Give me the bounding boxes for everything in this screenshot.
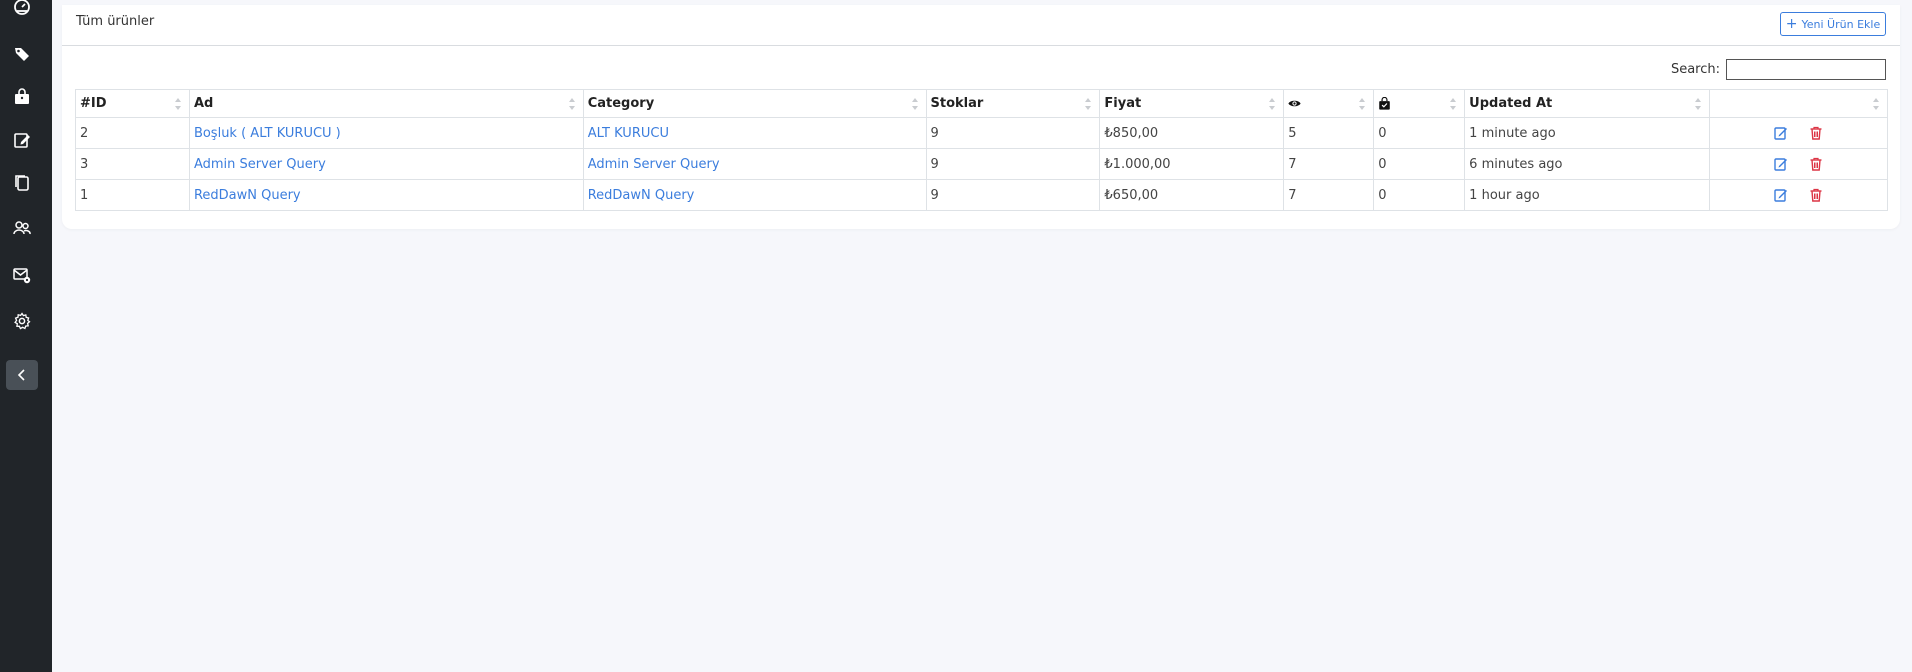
- add-product-label: Yeni Ürün Ekle: [1801, 17, 1881, 31]
- cell-actions: [1709, 117, 1888, 149]
- table-row: 3 Admin Server Query Admin Server Query …: [75, 148, 1888, 180]
- sort-icon: [911, 98, 918, 110]
- cell-views: 7: [1283, 179, 1375, 211]
- column-header-actions[interactable]: [1709, 89, 1888, 118]
- page-title: Tüm ürünler: [76, 14, 155, 29]
- cell-stock: 9: [925, 179, 1101, 211]
- shopping-bag-icon[interactable]: [13, 88, 31, 106]
- bag-check-icon: [1379, 96, 1391, 110]
- column-header-stock-label: Stoklar: [930, 96, 984, 111]
- sidebar-collapse-button[interactable]: [6, 360, 38, 390]
- cell-name: RedDawN Query: [188, 179, 584, 211]
- cell-category: ALT KURUCU: [582, 117, 927, 149]
- column-header-views[interactable]: [1283, 89, 1375, 118]
- column-header-category[interactable]: Category: [582, 89, 927, 118]
- cell-stock: 9: [925, 117, 1101, 149]
- cell-actions: [1709, 179, 1888, 211]
- column-header-id[interactable]: #ID: [75, 89, 190, 118]
- cell-updated: 1 minute ago: [1464, 117, 1711, 149]
- column-header-updated[interactable]: Updated At: [1464, 89, 1711, 118]
- products-table: #ID Ad Category Stoklar Fiyat Updated At: [75, 89, 1888, 211]
- cell-stock: 9: [925, 148, 1101, 180]
- cell-sales: 0: [1373, 117, 1466, 149]
- edit-row-icon[interactable]: [1774, 188, 1788, 202]
- cell-price: ₺1.000,00: [1099, 148, 1285, 180]
- cell-updated: 6 minutes ago: [1464, 148, 1711, 180]
- column-header-category-label: Category: [587, 96, 655, 111]
- users-icon[interactable]: [13, 219, 31, 237]
- gear-icon[interactable]: [13, 312, 31, 330]
- cell-updated: 1 hour ago: [1464, 179, 1711, 211]
- eye-icon: [1288, 100, 1301, 107]
- column-header-name[interactable]: Ad: [188, 89, 584, 118]
- category-link[interactable]: ALT KURUCU: [588, 126, 669, 141]
- search-input[interactable]: [1726, 59, 1886, 80]
- copy-icon[interactable]: [13, 174, 31, 192]
- edit-row-icon[interactable]: [1774, 157, 1788, 171]
- cell-category: RedDawN Query: [582, 179, 927, 211]
- delete-row-icon[interactable]: [1809, 157, 1823, 171]
- mail-settings-icon[interactable]: [13, 266, 31, 284]
- products-card: Tüm ürünler + Yeni Ürün Ekle Search: #ID…: [62, 5, 1900, 229]
- sort-icon: [1695, 98, 1702, 110]
- cell-views: 5: [1283, 117, 1375, 149]
- tags-icon[interactable]: [13, 45, 31, 63]
- search-label: Search:: [1670, 62, 1720, 77]
- cell-price: ₺650,00: [1099, 179, 1285, 211]
- cell-id: 2: [75, 117, 190, 149]
- edit-row-icon[interactable]: [1774, 126, 1788, 140]
- plus-icon: +: [1785, 16, 1798, 32]
- sort-icon: [1269, 98, 1276, 110]
- sort-icon: [1450, 98, 1457, 110]
- cell-sales: 0: [1373, 179, 1466, 211]
- cell-name: Boşluk ( ALT KURUCU ): [188, 117, 584, 149]
- cell-price: ₺850,00: [1099, 117, 1285, 149]
- column-header-name-label: Ad: [193, 96, 214, 111]
- column-header-price-label: Fiyat: [1104, 96, 1142, 111]
- cell-category: Admin Server Query: [582, 148, 927, 180]
- cell-views: 7: [1283, 148, 1375, 180]
- column-header-stock[interactable]: Stoklar: [925, 89, 1101, 118]
- sort-icon: [1085, 98, 1092, 110]
- table-header-row: #ID Ad Category Stoklar Fiyat Updated At: [75, 89, 1888, 118]
- product-name-link[interactable]: Boşluk ( ALT KURUCU ): [194, 126, 341, 141]
- delete-row-icon[interactable]: [1809, 188, 1823, 202]
- category-link[interactable]: RedDawN Query: [588, 188, 695, 203]
- cell-id: 1: [75, 179, 190, 211]
- sort-icon: [174, 98, 181, 110]
- product-name-link[interactable]: Admin Server Query: [194, 157, 326, 172]
- cell-sales: 0: [1373, 148, 1466, 180]
- sort-icon: [1873, 98, 1879, 110]
- edit-icon[interactable]: [13, 131, 31, 149]
- product-name-link[interactable]: RedDawN Query: [194, 188, 301, 203]
- column-header-sales[interactable]: [1373, 89, 1466, 118]
- add-product-button[interactable]: + Yeni Ürün Ekle: [1780, 12, 1886, 36]
- search-container: Search:: [1671, 59, 1886, 80]
- column-header-updated-label: Updated At: [1469, 96, 1553, 111]
- category-link[interactable]: Admin Server Query: [588, 157, 720, 172]
- sort-icon: [568, 98, 575, 110]
- sort-icon: [1359, 98, 1366, 110]
- table-row: 2 Boşluk ( ALT KURUCU ) ALT KURUCU 9 ₺85…: [75, 117, 1888, 149]
- dashboard-icon[interactable]: [13, 0, 31, 18]
- table-row: 1 RedDawN Query RedDawN Query 9 ₺650,00 …: [75, 179, 1888, 211]
- column-header-price[interactable]: Fiyat: [1099, 89, 1285, 118]
- cell-id: 3: [75, 148, 190, 180]
- column-header-id-label: #ID: [80, 96, 107, 111]
- card-header: Tüm ürünler + Yeni Ürün Ekle: [62, 5, 1900, 46]
- cell-name: Admin Server Query: [188, 148, 584, 180]
- cell-actions: [1709, 148, 1888, 180]
- sidebar: [0, 0, 52, 672]
- chevron-left-icon: [17, 369, 25, 381]
- delete-row-icon[interactable]: [1809, 126, 1823, 140]
